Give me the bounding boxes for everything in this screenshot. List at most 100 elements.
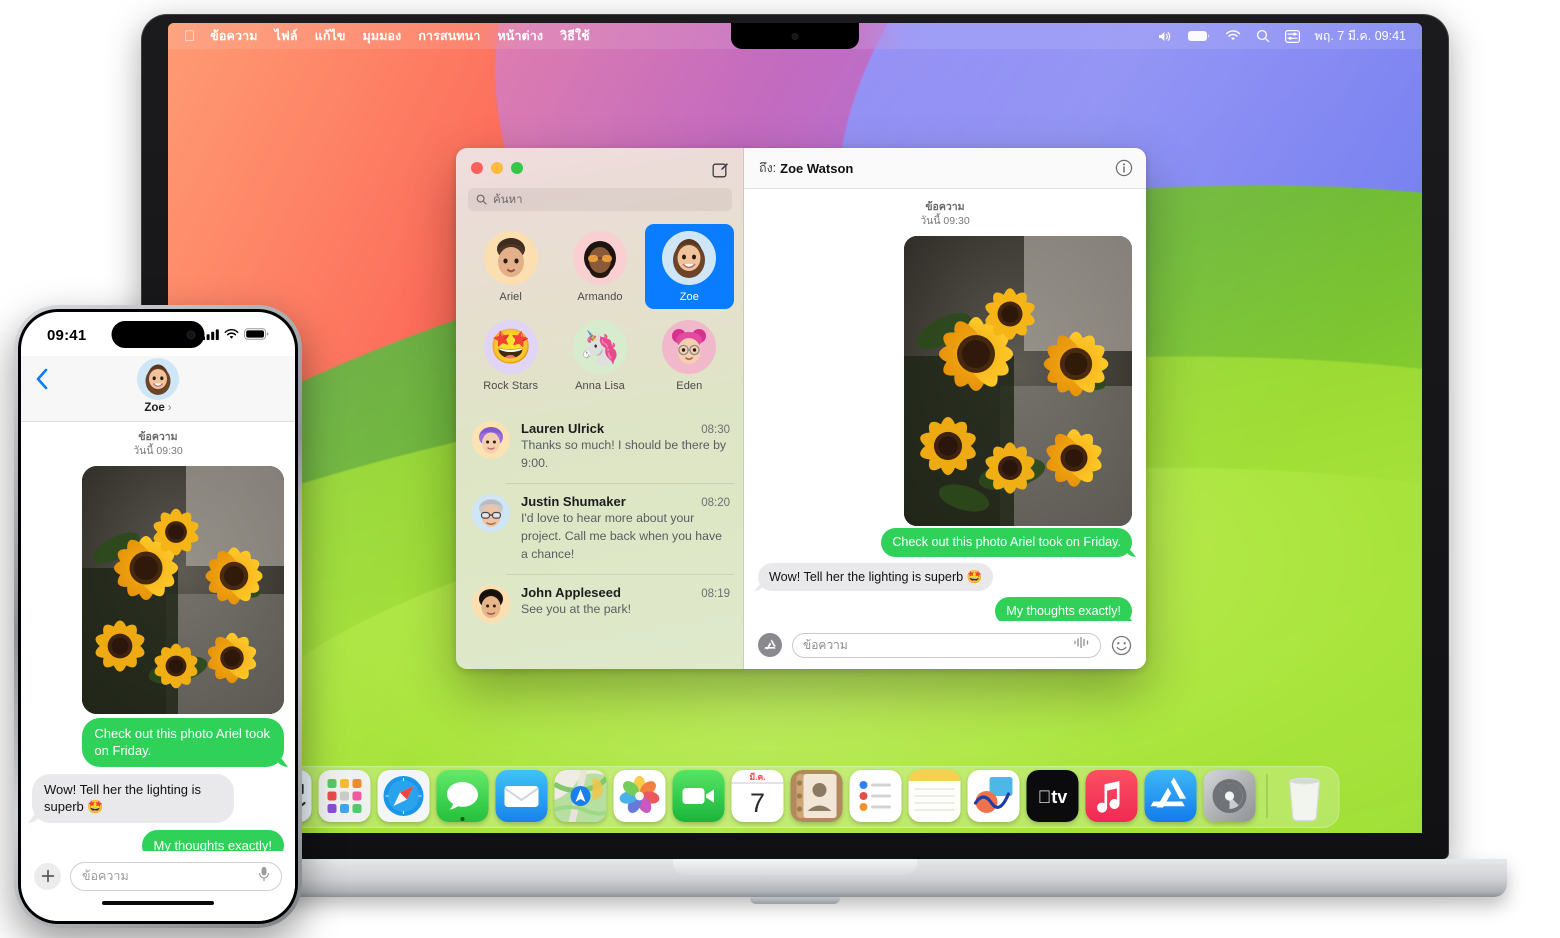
sunflower-photo-attachment[interactable] bbox=[82, 465, 284, 714]
home-indicator bbox=[21, 901, 295, 921]
dock-item-launchpad[interactable] bbox=[318, 770, 371, 822]
svg-text:7: 7 bbox=[750, 788, 765, 818]
conversation-pane: ถึง: Zoe Watson ข้อความ วันนี้ 09:30 Che… bbox=[744, 148, 1146, 669]
pinned-contact-rock-stars[interactable]: 🤩 Rock Stars bbox=[466, 313, 555, 398]
dock-item-freeform[interactable] bbox=[967, 770, 1020, 822]
message-bubble-incoming[interactable]: Wow! Tell her the lighting is superb 🤩 bbox=[32, 773, 234, 823]
pinned-contact-ariel[interactable]: Ariel bbox=[466, 224, 555, 309]
memoji-eden-icon bbox=[662, 320, 717, 374]
memoji-justin-icon bbox=[472, 494, 510, 532]
dock-item-contacts[interactable] bbox=[790, 770, 843, 822]
dock-item-messages[interactable] bbox=[436, 770, 489, 822]
iphone-device: 09:41 Zoe › ข้อความ วันนี้ 09:30 Check o… bbox=[14, 305, 302, 928]
menu-item-file[interactable]: ไฟล์ bbox=[275, 26, 298, 46]
dock-item-system-settings[interactable] bbox=[1203, 770, 1256, 822]
conversation-preview: I'd love to hear more about your project… bbox=[521, 511, 722, 561]
info-icon[interactable] bbox=[1115, 159, 1133, 177]
conversation-row[interactable]: John Appleseed 08:19 See you at the park… bbox=[456, 574, 744, 634]
battery-icon bbox=[244, 327, 269, 345]
menu-item-help[interactable]: วิธีใช้ bbox=[560, 26, 590, 46]
back-chevron-icon[interactable] bbox=[35, 368, 48, 395]
message-input[interactable]: ข้อความ bbox=[792, 632, 1101, 658]
message-bubble-outgoing[interactable]: Check out this photo Ariel took on Frida… bbox=[82, 717, 284, 767]
pinned-contact-label: Ariel bbox=[499, 291, 522, 303]
recipient-name[interactable]: Zoe Watson bbox=[780, 161, 853, 176]
stamp-service: ข้อความ bbox=[138, 431, 178, 443]
apple-menu-icon[interactable]:  bbox=[184, 29, 195, 44]
dock-item-app-store[interactable] bbox=[1144, 770, 1197, 822]
control-center-icon[interactable] bbox=[1284, 29, 1300, 43]
dock-item-photos[interactable] bbox=[613, 770, 666, 822]
wifi-icon bbox=[224, 327, 239, 345]
menu-item-window[interactable]: หน้าต่าง bbox=[497, 26, 543, 46]
screenshot-stage:  ข้อความ ไฟล์ แก้ไข มุมมอง การสนทนา หน้… bbox=[0, 0, 1560, 938]
memoji-armando-icon bbox=[572, 231, 627, 285]
message-bubble-outgoing[interactable]: My thoughts exactly! bbox=[141, 829, 284, 851]
sunflower-photo-attachment[interactable] bbox=[904, 236, 1132, 527]
pinned-contact-zoe[interactable]: Zoe bbox=[644, 224, 734, 309]
macbook-foot bbox=[750, 897, 840, 904]
pinned-contact-anna-lisa[interactable]: 🦄 Anna Lisa bbox=[555, 313, 644, 398]
to-label: ถึง: bbox=[759, 161, 777, 175]
plus-icon[interactable] bbox=[34, 862, 61, 890]
stamp-service: ข้อความ bbox=[925, 201, 965, 213]
dock-item-music[interactable] bbox=[1085, 770, 1138, 822]
message-bubble-outgoing[interactable]: My thoughts exactly! bbox=[995, 597, 1132, 621]
search-icon bbox=[476, 194, 487, 205]
app-store-icon[interactable] bbox=[758, 633, 782, 657]
pinned-contact-label: Zoe bbox=[679, 291, 699, 303]
cellular-bars-icon bbox=[202, 327, 219, 345]
message-bubble-incoming[interactable]: Wow! Tell her the lighting is superb 🤩 bbox=[758, 562, 994, 592]
battery-icon[interactable] bbox=[1187, 30, 1210, 42]
menu-bar-clock[interactable]: พฤ. 7 มี.ค. 09:41 bbox=[1315, 26, 1406, 46]
messages-window: ค้นหา Ariel Armando Zoe 🤩 Rock Stars 🦄 A… bbox=[456, 148, 1146, 669]
message-bubble-outgoing[interactable]: Check out this photo Ariel took on Frida… bbox=[881, 528, 1132, 557]
search-input[interactable]: ค้นหา bbox=[468, 188, 732, 211]
conversation-header: ถึง: Zoe Watson bbox=[744, 148, 1146, 189]
iphone-message-input[interactable]: ข้อความ bbox=[70, 861, 282, 891]
menu-item-edit[interactable]: แก้ไข bbox=[315, 26, 346, 46]
dock-item-facetime[interactable] bbox=[672, 770, 725, 822]
iphone-message-row: Check out this photo Ariel took on Frida… bbox=[32, 717, 284, 767]
dock-item-reminders[interactable] bbox=[849, 770, 902, 822]
compose-icon[interactable] bbox=[710, 159, 730, 179]
microphone-icon[interactable] bbox=[258, 866, 270, 887]
pinned-contact-armando[interactable]: Armando bbox=[555, 224, 644, 309]
macbook-camera-notch bbox=[731, 23, 859, 49]
facetime-camera-icon bbox=[791, 33, 799, 40]
iphone-screen: 09:41 Zoe › ข้อความ วันนี้ 09:30 Check o… bbox=[21, 312, 295, 921]
pinned-contact-eden[interactable]: Eden bbox=[645, 313, 734, 398]
dock-item-safari[interactable] bbox=[377, 770, 430, 822]
svg-text:tv: tv bbox=[1038, 787, 1068, 807]
dock-item-trash[interactable] bbox=[1279, 770, 1331, 822]
emoji-smiley-icon[interactable] bbox=[1111, 635, 1132, 656]
dock-item-apple-tv[interactable]: tv bbox=[1026, 770, 1079, 822]
dock-item-calendar[interactable]: มี.ค. 7 bbox=[731, 770, 784, 822]
audio-waveform-icon[interactable] bbox=[1073, 636, 1090, 654]
dock-item-maps[interactable] bbox=[554, 770, 607, 822]
pinned-contact-label: Armando bbox=[577, 291, 623, 303]
memoji-zoe-icon[interactable] bbox=[137, 358, 179, 400]
iphone-clock: 09:41 bbox=[47, 327, 87, 344]
conversation-list: Lauren Ulrick 08:30 Thanks so much! I sh… bbox=[456, 410, 744, 634]
iphone-bezel: 09:41 Zoe › ข้อความ วันนี้ 09:30 Check o… bbox=[18, 309, 298, 924]
stamp-time: วันนี้ 09:30 bbox=[133, 445, 183, 458]
macbook-device:  ข้อความ ไฟล์ แก้ไข มุมมอง การสนทนา หน้… bbox=[83, 14, 1507, 904]
dock-item-notes[interactable] bbox=[908, 770, 961, 822]
iphone-message-thread: ข้อความ วันนี้ 09:30 Check out this phot… bbox=[21, 422, 295, 851]
conversation-row[interactable]: Justin Shumaker 08:20 I'd love to hear m… bbox=[456, 483, 744, 574]
menu-item-view[interactable]: มุมมอง bbox=[363, 26, 402, 46]
wifi-icon[interactable] bbox=[1225, 30, 1241, 42]
minimize-button[interactable] bbox=[491, 162, 503, 174]
conversation-preview: Thanks so much! I should be there by 9:0… bbox=[521, 438, 727, 470]
menu-item-messages[interactable]: ข้อความ bbox=[210, 26, 257, 46]
zoom-button[interactable] bbox=[511, 162, 523, 174]
search-icon[interactable] bbox=[1256, 29, 1270, 43]
menu-item-conversation[interactable]: การสนทนา bbox=[418, 26, 480, 46]
conversation-row[interactable]: Lauren Ulrick 08:30 Thanks so much! I sh… bbox=[456, 410, 744, 483]
iphone-nav-bar: Zoe › bbox=[21, 356, 295, 422]
close-button[interactable] bbox=[471, 162, 483, 174]
search-placeholder: ค้นหา bbox=[493, 193, 523, 206]
volume-icon[interactable] bbox=[1158, 30, 1173, 43]
dock-item-mail[interactable] bbox=[495, 770, 548, 822]
